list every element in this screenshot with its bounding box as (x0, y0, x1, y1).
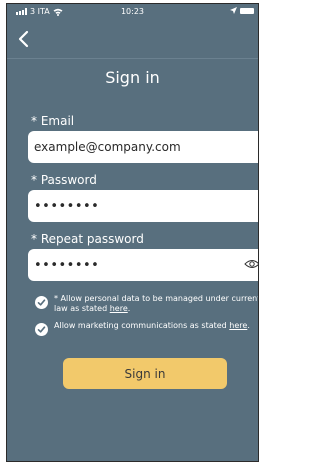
phone-screen: 3 ITA 10:23 Sign in * Email example@comp… (6, 3, 259, 462)
password-label: * Password (31, 173, 97, 187)
email-label: * Email (31, 114, 75, 128)
consent-marketing-label: Allow marketing communications as stated (54, 321, 230, 330)
status-right (230, 7, 254, 14)
sign-in-button[interactable]: Sign in (63, 358, 227, 389)
chevron-left-icon (18, 30, 29, 48)
consent-marketing-suffix: . (247, 321, 250, 330)
location-arrow-icon (230, 7, 237, 14)
password-field[interactable]: •••••••• (28, 190, 258, 222)
back-button[interactable] (15, 28, 35, 50)
repeat-password-field[interactable]: •••••••• (28, 249, 259, 281)
consent-privacy-suffix: . (127, 304, 131, 313)
battery-icon (240, 7, 254, 14)
repeat-password-label: * Repeat password (31, 232, 144, 246)
consent-text-privacy: * Allow personal data to be managed unde… (54, 294, 259, 314)
password-value: •••••••• (34, 198, 100, 214)
marketing-here-link[interactable]: here (229, 321, 247, 330)
eye-icon[interactable] (244, 258, 259, 270)
email-value: example@company.com (34, 140, 181, 154)
consent-text-marketing: Allow marketing communications as stated… (54, 321, 250, 331)
nav-bar (7, 22, 258, 59)
consent-row-privacy: * Allow personal data to be managed unde… (35, 294, 259, 314)
consent-privacy-label: * Allow personal data to be managed unde… (54, 294, 259, 313)
page-title: Sign in (105, 68, 160, 87)
checkmark-icon (37, 326, 46, 333)
email-field[interactable]: example@company.com (28, 131, 258, 163)
checkbox-marketing[interactable] (35, 323, 48, 336)
status-time: 10:23 (120, 7, 145, 16)
repeat-password-value: •••••••• (34, 257, 100, 273)
status-bar: 3 ITA 10:23 (7, 4, 258, 22)
checkbox-privacy[interactable] (35, 296, 48, 309)
privacy-here-link[interactable]: here (110, 304, 128, 313)
consent-row-marketing: Allow marketing communications as stated… (35, 321, 258, 336)
checkmark-icon (37, 299, 46, 306)
